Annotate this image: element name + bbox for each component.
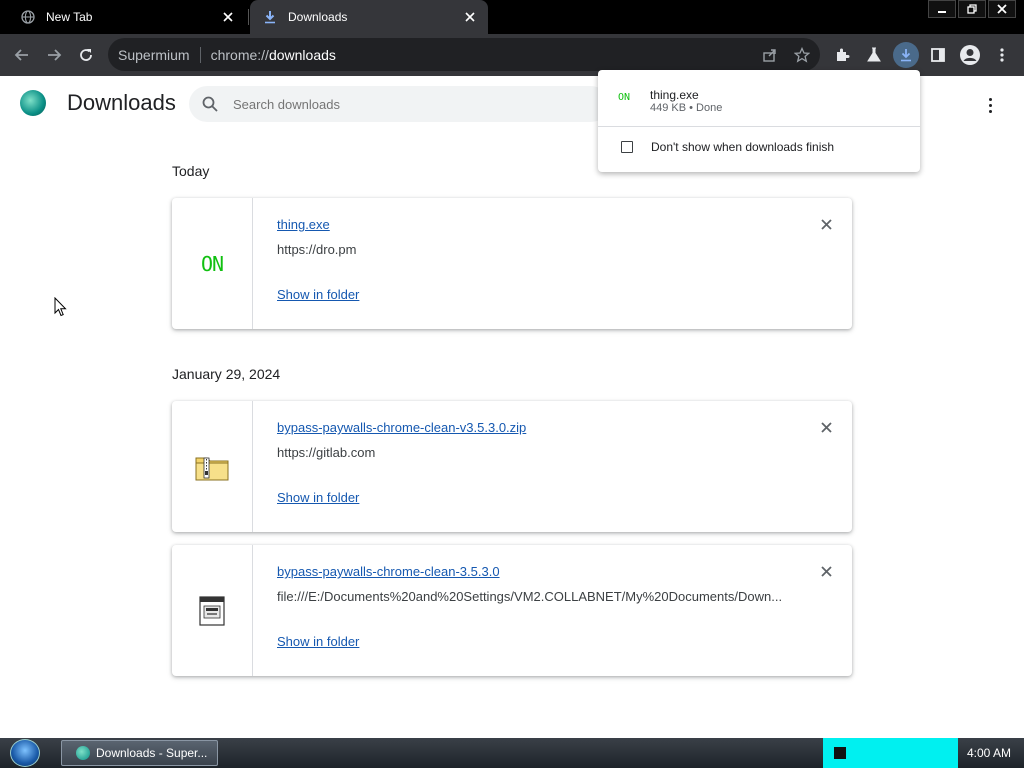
bubble-divider: [598, 126, 920, 127]
download-icon: [262, 9, 278, 25]
search-icon: [202, 96, 218, 112]
extensions-icon[interactable]: [829, 42, 855, 68]
file-icon-column: [172, 545, 253, 676]
download-card: bypass-paywalls-chrome-clean-v3.5.3.0.zi…: [172, 401, 852, 532]
file-icon-column: [172, 401, 253, 532]
tab-title: New Tab: [46, 10, 93, 24]
file-source-url: https://dro.pm: [277, 242, 357, 257]
start-button[interactable]: [10, 739, 40, 767]
show-in-folder-link[interactable]: Show in folder: [277, 287, 359, 302]
file-name-link[interactable]: bypass-paywalls-chrome-clean-3.5.3.0: [277, 564, 500, 579]
date-header: January 29, 2024: [172, 366, 281, 382]
exe-file-icon: [199, 595, 225, 626]
show-in-folder-link[interactable]: Show in folder: [277, 490, 359, 505]
omnibox-separator: [199, 46, 201, 63]
bubble-file-status: 449 KB • Done: [650, 102, 723, 114]
supermium-logo-icon: [20, 90, 46, 116]
taskbar: Downloads - Super... 4:00 AM: [0, 738, 1024, 768]
close-icon[interactable]: [220, 9, 236, 25]
page-menu-icon[interactable]: [980, 94, 1000, 116]
dont-show-checkbox[interactable]: [621, 141, 633, 153]
tab-strip: New Tab Downloads: [0, 0, 1024, 34]
browser-menu-icon[interactable]: [989, 42, 1015, 68]
taskbar-clock[interactable]: 4:00 AM: [958, 738, 1020, 768]
profile-avatar-icon[interactable]: [957, 42, 983, 68]
search-box[interactable]: [189, 86, 609, 122]
omnibox-brand: Supermium: [118, 46, 190, 63]
tab-new-tab[interactable]: New Tab: [8, 0, 246, 34]
zip-folder-icon: [195, 457, 229, 480]
reload-icon[interactable]: [73, 42, 99, 68]
window-controls: [926, 0, 1016, 18]
side-panel-icon[interactable]: [925, 42, 951, 68]
close-icon[interactable]: [462, 9, 478, 25]
file-icon-column: ON: [172, 198, 253, 329]
on-exe-icon: ON: [618, 92, 631, 103]
supermium-taskbar-icon: [76, 746, 90, 760]
download-bubble: ON thing.exe 449 KB • Done Don't show wh…: [598, 70, 920, 172]
taskbar-item-label: Downloads - Super...: [96, 746, 208, 760]
close-window-icon[interactable]: [988, 0, 1016, 18]
restore-icon[interactable]: [958, 0, 986, 18]
remove-icon[interactable]: [818, 419, 834, 435]
tray-icon[interactable]: [834, 747, 846, 759]
download-card: bypass-paywalls-chrome-clean-3.5.3.0 fil…: [172, 545, 852, 676]
show-in-folder-link[interactable]: Show in folder: [277, 634, 359, 649]
download-card: ON thing.exe https://dro.pm Show in fold…: [172, 198, 852, 329]
search-input[interactable]: [233, 96, 573, 112]
minimize-icon[interactable]: [928, 0, 956, 18]
page-title: Downloads: [67, 90, 176, 115]
globe-icon: [20, 9, 36, 25]
tab-title: Downloads: [288, 10, 348, 24]
star-icon[interactable]: [792, 45, 812, 65]
tab-downloads[interactable]: Downloads: [250, 0, 488, 34]
file-name-link[interactable]: bypass-paywalls-chrome-clean-v3.5.3.0.zi…: [277, 420, 526, 435]
remove-icon[interactable]: [818, 563, 834, 579]
bubble-file-name[interactable]: thing.exe: [650, 88, 699, 102]
mouse-cursor-icon: [54, 297, 67, 317]
back-icon[interactable]: [9, 42, 35, 68]
dont-show-label[interactable]: Don't show when downloads finish: [651, 140, 834, 154]
address-bar[interactable]: Supermium chrome://downloads: [108, 38, 820, 71]
tab-separator: [248, 9, 249, 25]
remove-icon[interactable]: [818, 216, 834, 232]
taskbar-item-downloads[interactable]: Downloads - Super...: [61, 740, 218, 766]
file-source-url: https://gitlab.com: [277, 445, 376, 460]
labs-flask-icon[interactable]: [861, 42, 887, 68]
on-exe-icon: ON: [200, 251, 224, 276]
omnibox-url: chrome://downloads: [210, 46, 336, 63]
date-header: Today: [172, 163, 210, 179]
file-source-url: file:///E:/Documents%20and%20Settings/VM…: [277, 589, 783, 604]
file-name-link[interactable]: thing.exe: [277, 217, 330, 232]
share-icon[interactable]: [760, 45, 780, 65]
forward-icon[interactable]: [41, 42, 67, 68]
downloads-toolbar-icon[interactable]: [893, 42, 919, 68]
